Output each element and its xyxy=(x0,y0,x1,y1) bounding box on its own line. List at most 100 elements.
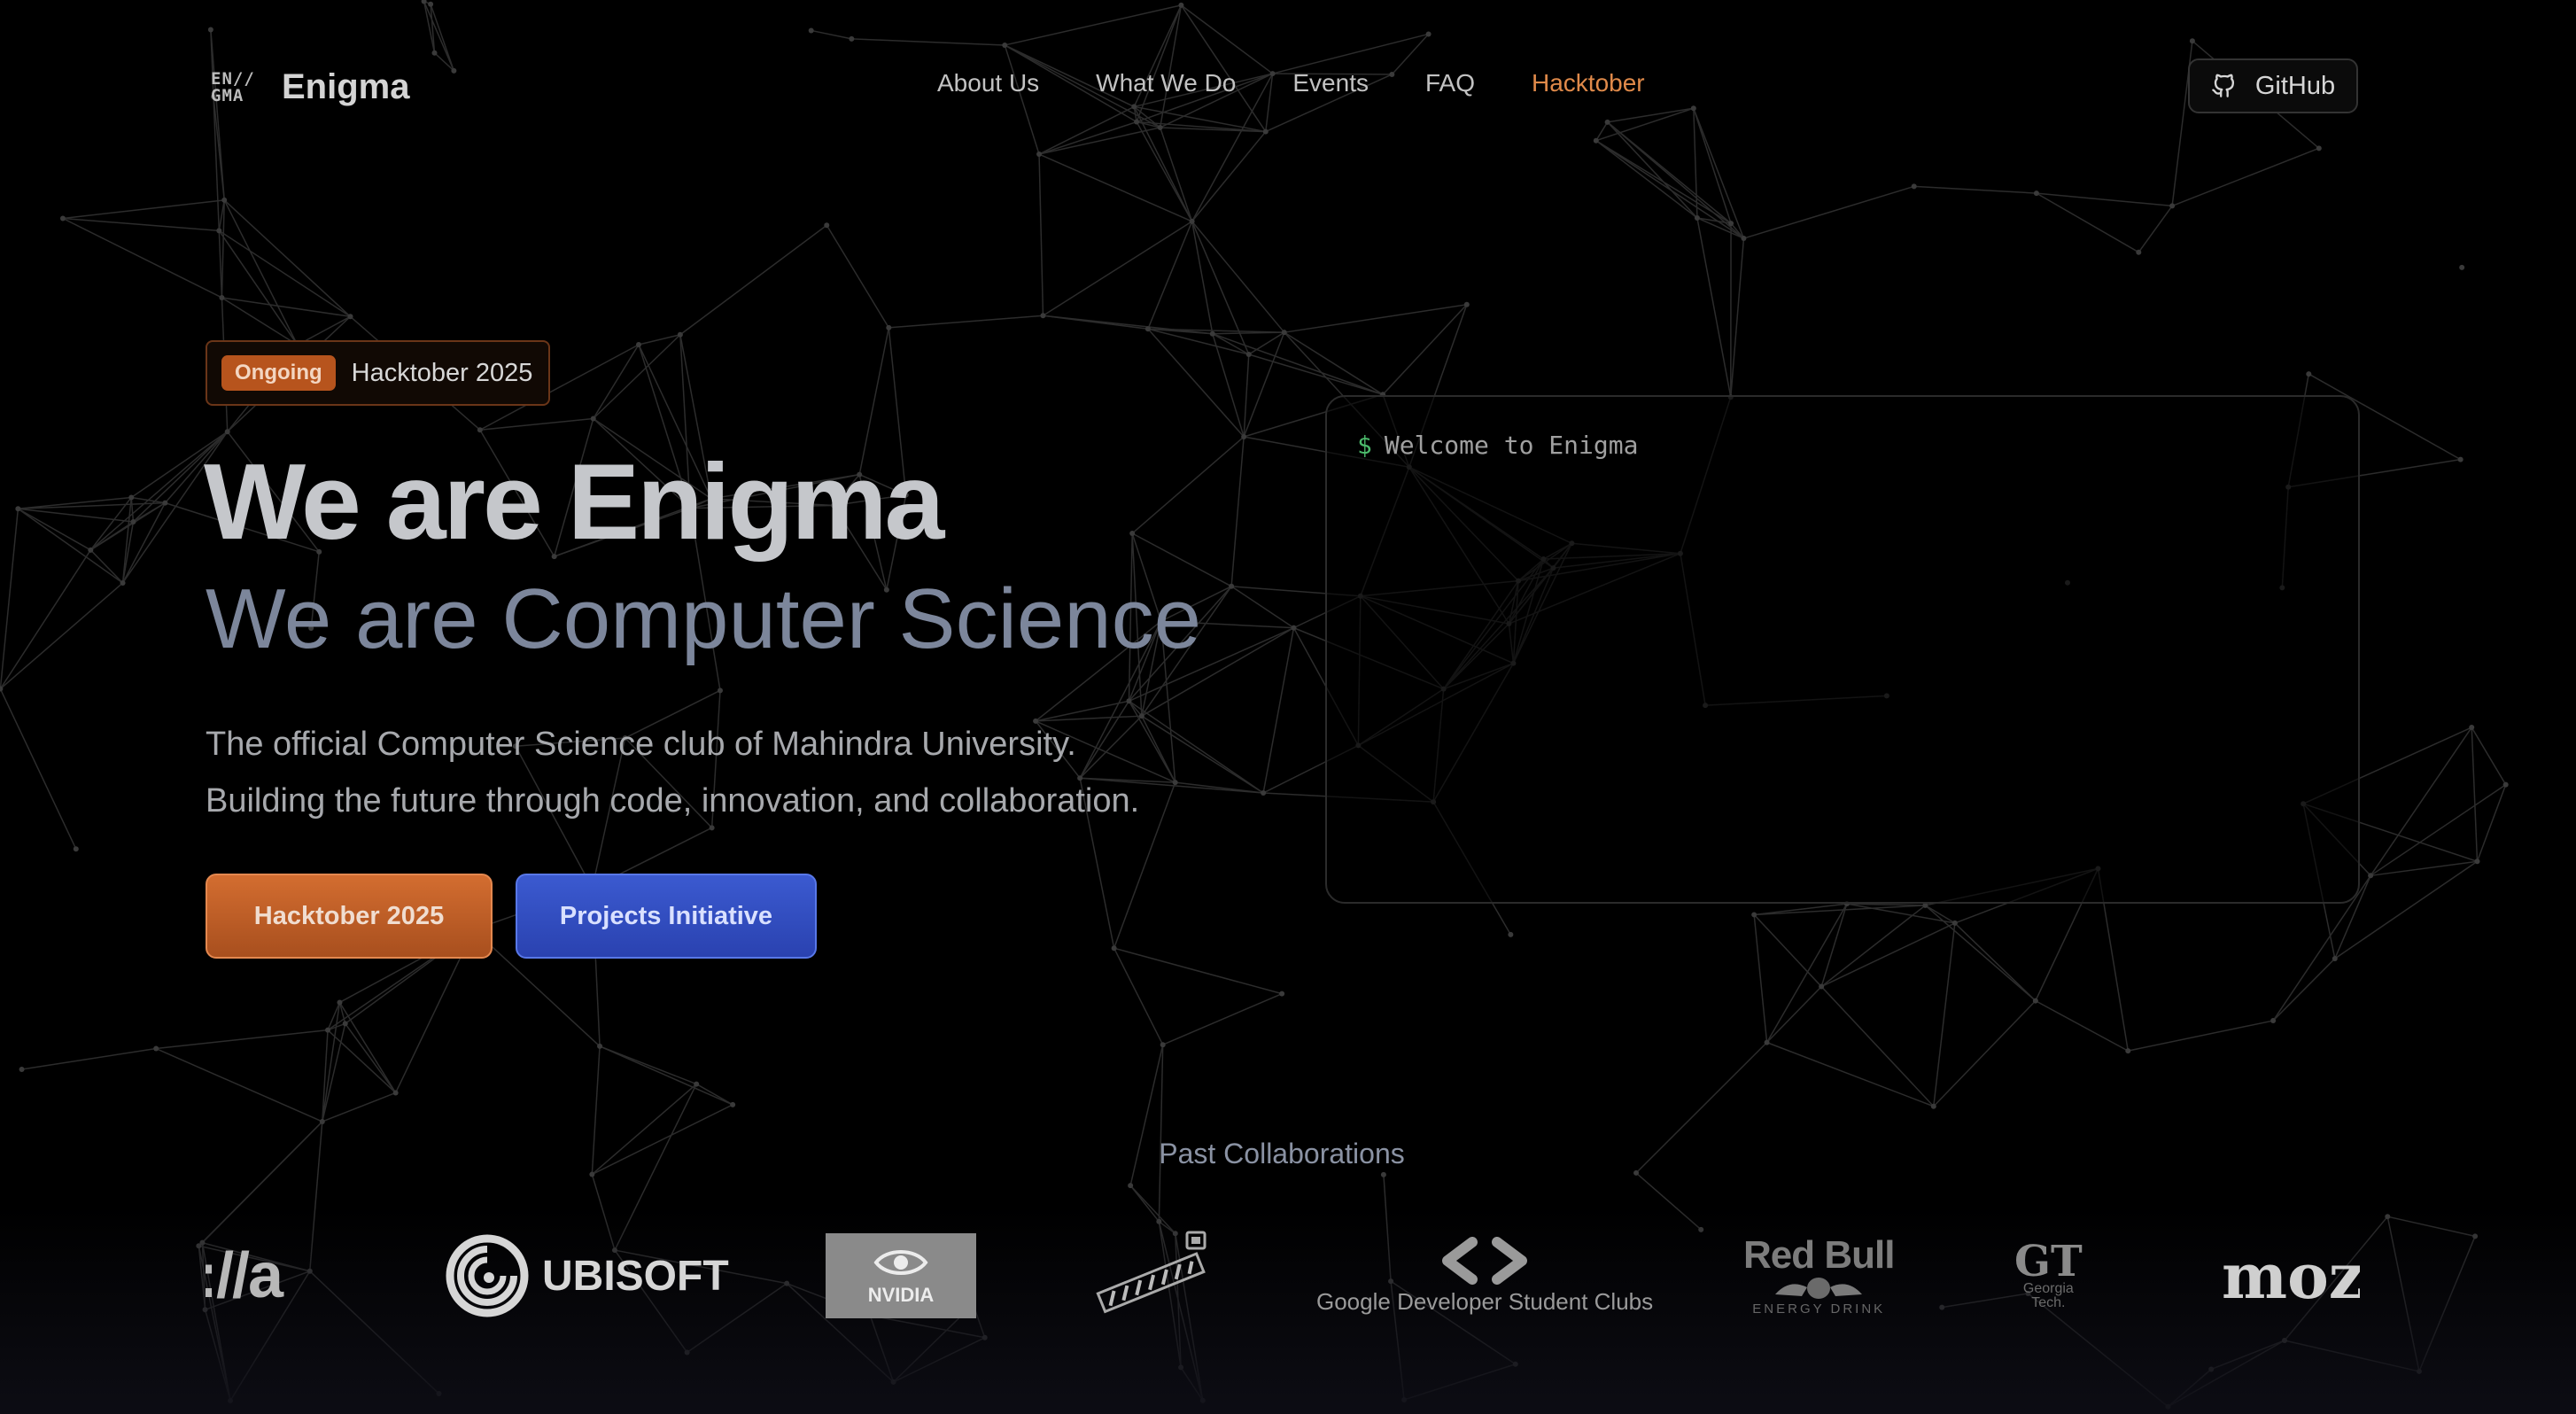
network-node xyxy=(1245,352,1252,358)
collaborations-title: Past Collaborations xyxy=(1159,1138,1405,1169)
network-node xyxy=(319,1118,325,1124)
network-node xyxy=(2169,203,2176,209)
redbull-logo: Red Bull ENERGY DRINK xyxy=(1743,1223,1895,1329)
network-node xyxy=(677,331,683,338)
network-node xyxy=(1261,790,1267,796)
projects-initiative-button[interactable]: Projects Initiative xyxy=(516,874,817,959)
description-line-2: Building the future through code, innova… xyxy=(206,782,1140,820)
network-node xyxy=(2368,873,2374,879)
nav-faq[interactable]: FAQ xyxy=(1425,69,1475,97)
network-node xyxy=(694,1081,700,1087)
network-node xyxy=(1178,2,1184,8)
network-node xyxy=(120,579,126,586)
network-node xyxy=(216,228,222,234)
redbull-tagline: ENERGY DRINK xyxy=(1752,1301,1886,1317)
network-node xyxy=(2032,998,2038,1004)
gt-subtitle: Georgia Tech. xyxy=(2022,1281,2074,1310)
terminal-window[interactable]: $ Welcome to Enigma xyxy=(1325,395,2360,904)
hero-title: We are Enigma xyxy=(204,441,944,562)
network-node xyxy=(2136,249,2142,255)
network-node xyxy=(392,1090,399,1096)
network-node xyxy=(730,1101,736,1107)
retrome-logo-graphic xyxy=(1096,1231,1207,1314)
nav-events[interactable]: Events xyxy=(1292,69,1369,97)
github-label: GitHub xyxy=(2254,71,2336,100)
github-button[interactable]: GitHub xyxy=(2188,58,2358,113)
network-node xyxy=(221,197,228,203)
network-node xyxy=(224,429,230,435)
network-node xyxy=(1728,221,1734,227)
network-node xyxy=(1633,1169,1640,1176)
network-node xyxy=(1144,326,1151,332)
network-node xyxy=(1930,1103,1936,1109)
network-node xyxy=(1694,214,1700,221)
network-node xyxy=(2459,264,2465,270)
nvidia-logo: NVIDIA xyxy=(826,1223,976,1329)
network-node xyxy=(1741,236,1747,242)
nav-what-we-do[interactable]: What We Do xyxy=(1096,69,1236,97)
network-node xyxy=(1172,780,1178,786)
network-node xyxy=(347,314,353,320)
ubisoft-swirl-icon xyxy=(446,1234,529,1317)
terminal-line: $ Welcome to Enigma xyxy=(1357,431,1638,460)
network-node xyxy=(1751,912,1757,918)
network-node xyxy=(428,1,434,7)
network-node xyxy=(2474,858,2480,865)
nvidia-wordmark: NVIDIA xyxy=(867,1284,935,1306)
network-node xyxy=(2316,145,2322,152)
network-node xyxy=(1951,920,1958,926)
network-node xyxy=(1690,105,1696,112)
network-node xyxy=(1262,128,1269,135)
network-node xyxy=(162,500,168,506)
nav-hacktober[interactable]: Hacktober xyxy=(1532,69,1645,97)
event-badge[interactable]: Ongoing Hacktober 2025 xyxy=(206,340,551,406)
network-node xyxy=(1279,991,1285,997)
network-node xyxy=(451,67,457,74)
gt-mark: GT xyxy=(2014,1237,2083,1286)
network-node xyxy=(2189,38,2195,44)
network-node xyxy=(1040,313,1046,319)
network-node xyxy=(1189,218,1195,224)
terminal-prompt: $ xyxy=(1357,431,1372,460)
network-node xyxy=(130,518,136,524)
network-node xyxy=(1281,330,1287,336)
network-node xyxy=(808,27,814,34)
brand-logo[interactable]: EN//GMA Enigma xyxy=(211,67,409,107)
hero-subtitle: We are Computer Science xyxy=(206,571,1202,666)
network-node xyxy=(1819,983,1825,990)
network-node xyxy=(1036,152,1043,158)
nvidia-eye-icon xyxy=(873,1250,928,1275)
network-node xyxy=(1593,137,1599,144)
network-node xyxy=(431,50,438,56)
network-node xyxy=(2306,371,2312,377)
network-node xyxy=(849,35,855,42)
network-node xyxy=(1157,124,1163,130)
network-node xyxy=(1126,698,1132,704)
network-node xyxy=(1138,713,1144,719)
mozilla-logo-partial: ://a xyxy=(206,1240,283,1311)
network-node xyxy=(824,222,830,229)
network-node xyxy=(717,688,723,694)
gdsc-brackets-icon xyxy=(1442,1236,1528,1285)
network-node xyxy=(2469,725,2475,731)
network-node xyxy=(1604,119,1610,125)
nav-about-us[interactable]: About Us xyxy=(937,69,1039,97)
network-node xyxy=(1911,183,1917,190)
redbull-bulls-icon xyxy=(1775,1277,1863,1299)
status-pill: Ongoing xyxy=(221,355,336,391)
network-node xyxy=(1209,330,1215,337)
network-node xyxy=(59,215,66,221)
brand-name: Enigma xyxy=(282,67,410,106)
network-node xyxy=(886,324,892,330)
network-node xyxy=(219,294,225,300)
retrome-logo xyxy=(1088,1223,1212,1329)
network-node xyxy=(1380,1171,1386,1177)
github-icon xyxy=(2212,74,2234,97)
network-node xyxy=(1425,31,1432,37)
network-node xyxy=(1131,104,1137,110)
network-node xyxy=(1111,945,1117,952)
hacktober-button[interactable]: Hacktober 2025 xyxy=(206,874,493,959)
network-node xyxy=(1160,1042,1166,1048)
network-node xyxy=(2270,1018,2277,1024)
terminal-text: Welcome to Enigma xyxy=(1384,431,1639,460)
